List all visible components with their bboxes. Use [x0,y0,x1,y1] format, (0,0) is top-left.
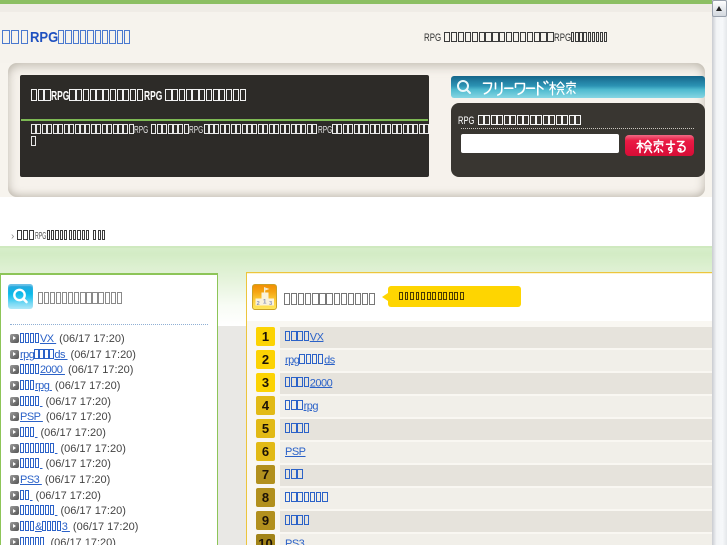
svg-text:2: 2 [257,301,260,307]
svg-text:3: 3 [269,301,272,307]
svg-text:1: 1 [263,299,267,306]
